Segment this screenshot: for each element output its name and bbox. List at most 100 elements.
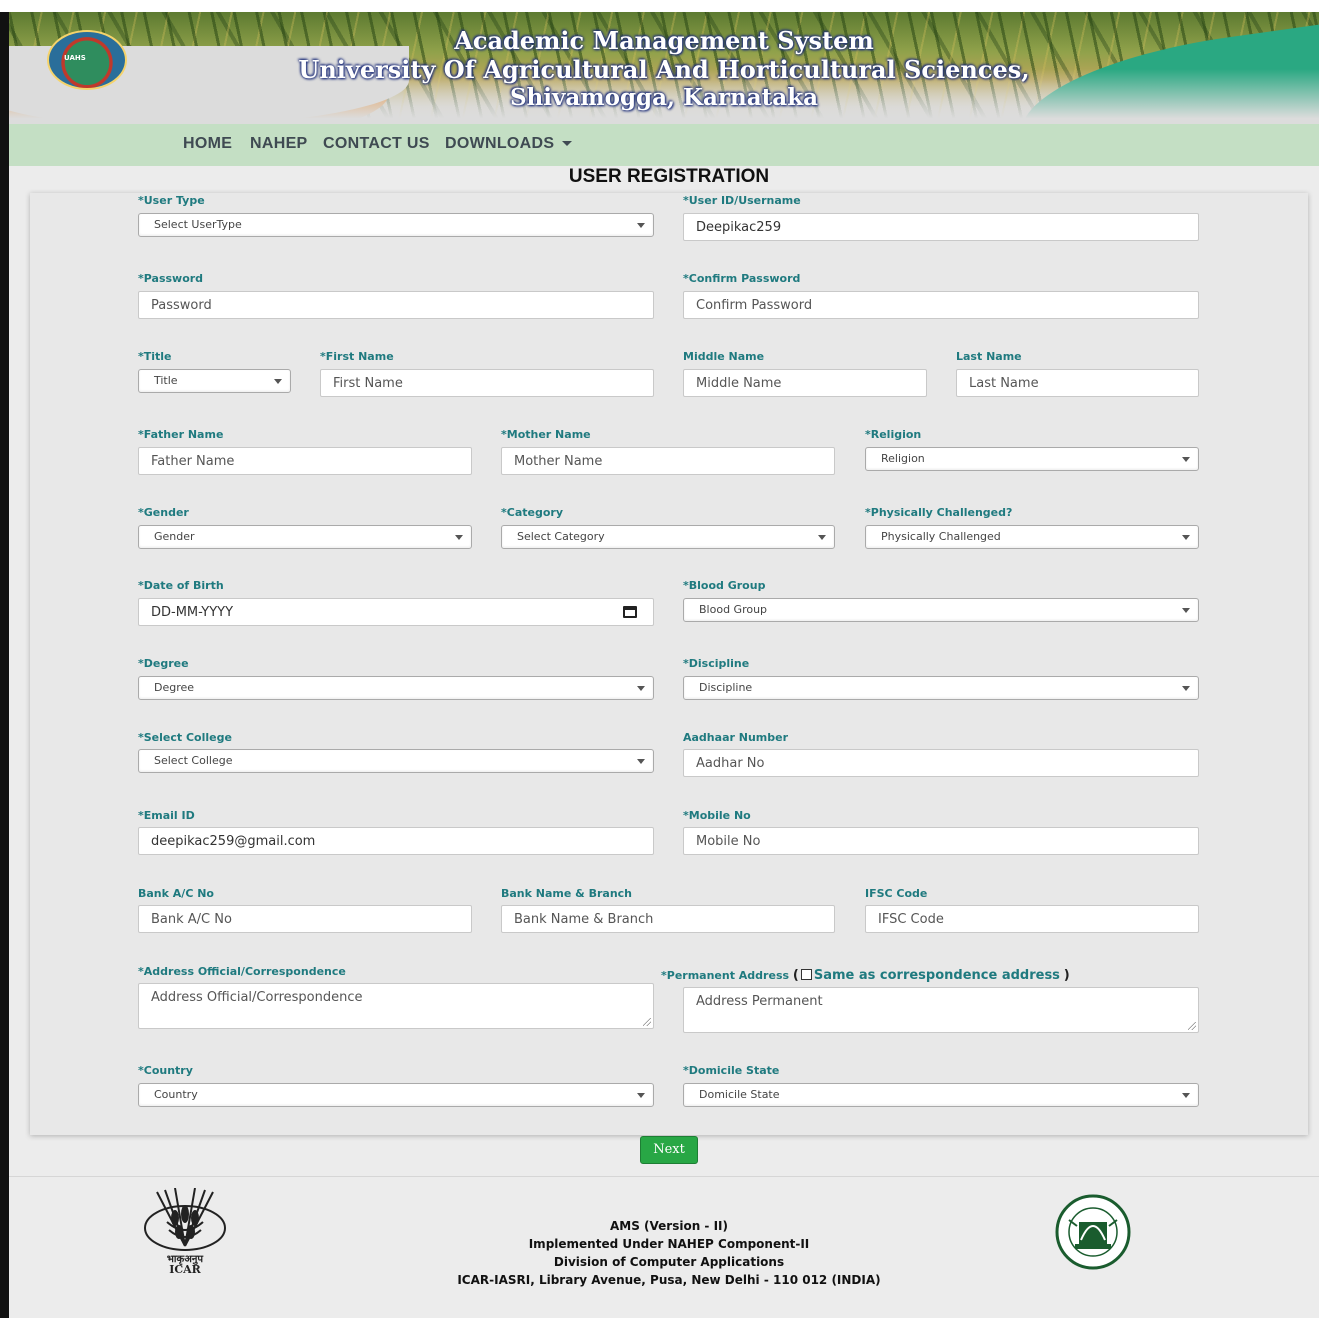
nav-home[interactable]: HOME [183,135,232,153]
mobile-input[interactable]: Mobile No [683,827,1199,855]
college-value: Select College [154,754,233,767]
father-name-input[interactable]: Father Name [138,447,472,475]
nav-nahep[interactable]: NAHEP [250,135,308,153]
confirm-password-label: *Confirm Password [683,272,801,285]
page: UAHS Academic Management System Universi… [9,12,1319,1318]
ifsc-label: IFSC Code [865,887,928,900]
dropdown-arrow-icon [274,379,282,384]
country-select[interactable]: Country [138,1083,654,1107]
dropdown-arrow-icon [637,223,645,228]
app-title: Academic Management System [454,26,874,55]
aadhaar-input[interactable]: Aadhar No [683,749,1199,777]
email-label: *Email ID [138,809,195,822]
dropdown-arrow-icon [1182,1093,1190,1098]
gender-select[interactable]: Gender [138,525,472,549]
close-paren: ) [1063,968,1070,983]
dob-input[interactable]: DD-MM-YYYY [138,598,654,626]
domicile-state-label: *Domicile State [683,1064,780,1077]
first-name-input[interactable]: First Name [320,369,654,397]
blood-group-value: Blood Group [699,603,768,616]
header-banner: UAHS Academic Management System Universi… [9,12,1319,124]
degree-label: *Degree [138,657,189,670]
next-button[interactable]: Next [640,1136,698,1164]
mother-name-label: *Mother Name [501,428,591,441]
degree-value: Degree [154,681,195,694]
physically-challenged-label: *Physically Challenged? [865,506,1013,519]
password-input[interactable]: Password [138,291,654,319]
iasri-seal-icon [1055,1194,1131,1270]
mobile-label: *Mobile No [683,809,751,822]
resize-grip-icon[interactable] [643,1018,651,1026]
page-title: USER REGISTRATION [568,166,770,187]
last-name-input[interactable]: Last Name [956,369,1199,397]
dropdown-arrow-icon [1182,457,1190,462]
blood-group-label: *Blood Group [683,579,766,592]
blood-group-select[interactable]: Blood Group [683,598,1199,622]
dob-placeholder: DD-MM-YYYY [151,605,234,620]
nav-downloads[interactable]: DOWNLOADS [445,135,573,153]
title-select[interactable]: Title [138,369,291,393]
category-value: Select Category [517,530,605,543]
domicile-state-select[interactable]: Domicile State [683,1083,1199,1107]
dropdown-arrow-icon [1182,535,1190,540]
mother-name-input[interactable]: Mother Name [501,447,835,475]
user-type-select[interactable]: Select UserType [138,213,654,237]
university-location: Shivamogga, Karnataka [509,84,819,111]
country-label: *Country [138,1064,193,1077]
bank-ac-input[interactable]: Bank A/C No [138,905,472,933]
dropdown-arrow-icon [1182,686,1190,691]
religion-label: *Religion [865,428,922,441]
window-left-border [0,12,9,1318]
nav-downloads-label: DOWNLOADS [445,135,555,152]
ifsc-input[interactable]: IFSC Code [865,905,1199,933]
open-paren: ( [792,968,799,983]
dropdown-arrow-icon [637,686,645,691]
dropdown-arrow-icon [637,1093,645,1098]
religion-value: Religion [881,452,925,465]
dropdown-arrow-icon [455,535,463,540]
bank-ac-label: Bank A/C No [138,887,214,900]
degree-select[interactable]: Degree [138,676,654,700]
dropdown-arrow-icon [1182,608,1190,613]
confirm-password-input[interactable]: Confirm Password [683,291,1199,319]
aadhaar-label: Aadhaar Number [683,731,788,744]
footer-divider [9,1176,1319,1177]
middle-name-input[interactable]: Middle Name [683,369,927,397]
university-name: University Of Agricultural And Horticult… [298,55,1030,84]
password-label: *Password [138,272,204,285]
gender-value: Gender [154,530,195,543]
dropdown-arrow-icon [818,535,826,540]
college-label: *Select College [138,731,232,744]
caret-down-icon [562,141,573,147]
username-input[interactable]: Deepikac259 [683,213,1199,241]
nav-contact-us[interactable]: CONTACT US [323,135,430,153]
address-official-label: *Address Official/Correspondence [138,965,346,978]
user-type-value: Select UserType [154,218,242,231]
physically-challenged-value: Physically Challenged [881,530,1001,543]
user-type-label: *User Type [138,194,205,207]
gender-label: *Gender [138,506,189,519]
resize-grip-icon[interactable] [1188,1022,1196,1030]
address-official-textarea[interactable]: Address Official/Correspondence [138,983,654,1029]
religion-select[interactable]: Religion [865,447,1199,471]
discipline-value: Discipline [699,681,753,694]
address-permanent-textarea[interactable]: Address Permanent [683,987,1199,1033]
dropdown-arrow-icon [637,759,645,764]
domicile-state-value: Domicile State [699,1088,780,1101]
email-input[interactable]: deepikac259@gmail.com [138,827,654,855]
title-value: Title [154,374,178,387]
discipline-select[interactable]: Discipline [683,676,1199,700]
college-select[interactable]: Select College [138,749,654,773]
same-address-checkbox[interactable] [800,969,812,980]
dob-label: *Date of Birth [138,579,224,592]
category-select[interactable]: Select Category [501,525,835,549]
bank-name-input[interactable]: Bank Name & Branch [501,905,835,933]
last-name-label: Last Name [956,350,1022,363]
country-value: Country [154,1088,198,1101]
physically-challenged-select[interactable]: Physically Challenged [865,525,1199,549]
category-label: *Category [501,506,563,519]
same-address-label[interactable]: Same as correspondence address [814,968,1060,983]
calendar-icon[interactable] [623,606,637,618]
first-name-label: *First Name [320,350,394,363]
address-permanent-placeholder: Address Permanent [696,994,823,1009]
